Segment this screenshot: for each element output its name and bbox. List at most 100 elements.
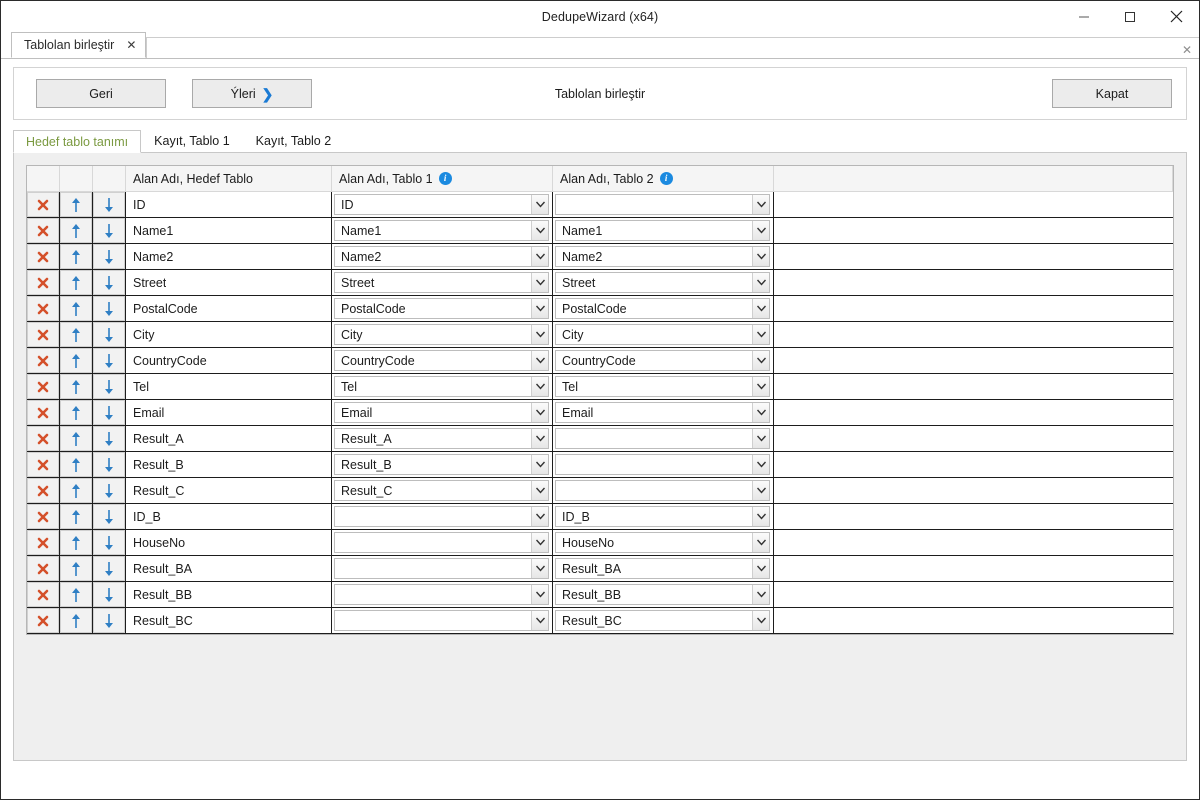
table2-field-select[interactable]: CountryCode — [555, 350, 770, 371]
target-field-cell[interactable]: Name2 — [126, 244, 332, 269]
chevron-down-icon[interactable] — [752, 273, 769, 292]
move-down-arrow-icon[interactable] — [93, 192, 125, 217]
table-row[interactable]: Result_BC Result_BC — [27, 608, 1173, 634]
target-field-cell[interactable]: PostalCode — [126, 296, 332, 321]
delete-x-icon[interactable] — [27, 218, 59, 243]
target-field-cell[interactable]: Result_BB — [126, 582, 332, 607]
table1-field-select[interactable] — [334, 558, 549, 579]
move-up-arrow-icon[interactable] — [60, 192, 92, 217]
chevron-down-icon[interactable] — [752, 507, 769, 526]
chevron-down-icon[interactable] — [531, 273, 548, 292]
target-field-cell[interactable]: Street — [126, 270, 332, 295]
target-field-cell[interactable]: HouseNo — [126, 530, 332, 555]
delete-x-icon[interactable] — [27, 452, 59, 477]
target-field-cell[interactable]: Result_A — [126, 426, 332, 451]
info-icon[interactable]: i — [660, 172, 673, 185]
table2-field-select[interactable]: PostalCode — [555, 298, 770, 319]
target-field-cell[interactable]: CountryCode — [126, 348, 332, 373]
table1-field-select[interactable]: Name2 — [334, 246, 549, 267]
table1-field-select[interactable]: Result_A — [334, 428, 549, 449]
delete-x-icon[interactable] — [27, 478, 59, 503]
table-row[interactable]: PostalCodePostalCodePostalCode — [27, 296, 1173, 322]
chevron-down-icon[interactable] — [531, 559, 548, 578]
table2-field-select[interactable]: Result_BA — [555, 558, 770, 579]
chevron-down-icon[interactable] — [752, 377, 769, 396]
move-up-arrow-icon[interactable] — [60, 452, 92, 477]
table-row[interactable]: Result_CResult_C — [27, 478, 1173, 504]
table1-field-select[interactable] — [334, 584, 549, 605]
chevron-down-icon[interactable] — [752, 559, 769, 578]
delete-x-icon[interactable] — [27, 504, 59, 529]
close-icon[interactable]: ✕ — [1182, 44, 1192, 56]
chevron-down-icon[interactable] — [752, 533, 769, 552]
chevron-down-icon[interactable] — [531, 377, 548, 396]
maximize-icon[interactable] — [1107, 1, 1153, 32]
chevron-down-icon[interactable] — [531, 247, 548, 266]
table-row[interactable]: Name2Name2Name2 — [27, 244, 1173, 270]
move-down-arrow-icon[interactable] — [93, 270, 125, 295]
table1-field-select[interactable]: CountryCode — [334, 350, 549, 371]
close-icon[interactable]: ✕ — [126, 39, 136, 51]
move-down-arrow-icon[interactable] — [93, 296, 125, 321]
move-up-arrow-icon[interactable] — [60, 530, 92, 555]
table1-field-select[interactable]: PostalCode — [334, 298, 549, 319]
move-up-arrow-icon[interactable] — [60, 244, 92, 269]
delete-x-icon[interactable] — [27, 608, 59, 633]
target-field-cell[interactable]: City — [126, 322, 332, 347]
chevron-down-icon[interactable] — [752, 611, 769, 630]
table-row[interactable]: CountryCodeCountryCodeCountryCode — [27, 348, 1173, 374]
kapat-close-button[interactable]: Kapat — [1052, 79, 1172, 108]
chevron-down-icon[interactable] — [752, 299, 769, 318]
move-up-arrow-icon[interactable] — [60, 426, 92, 451]
move-down-arrow-icon[interactable] — [93, 504, 125, 529]
move-down-arrow-icon[interactable] — [93, 218, 125, 243]
tab-kayit-tablo-2[interactable]: Kayıt, Tablo 2 — [243, 129, 345, 152]
move-up-arrow-icon[interactable] — [60, 556, 92, 581]
table-row[interactable]: TelTelTel — [27, 374, 1173, 400]
chevron-down-icon[interactable] — [531, 455, 548, 474]
table1-field-select[interactable]: Result_B — [334, 454, 549, 475]
target-field-cell[interactable]: Result_BC — [126, 608, 332, 633]
table-row[interactable]: IDID — [27, 192, 1173, 218]
move-down-arrow-icon[interactable] — [93, 374, 125, 399]
table2-field-select[interactable]: Tel — [555, 376, 770, 397]
table2-field-select[interactable] — [555, 428, 770, 449]
table-row[interactable]: Result_BResult_B — [27, 452, 1173, 478]
chevron-down-icon[interactable] — [531, 429, 548, 448]
move-up-arrow-icon[interactable] — [60, 348, 92, 373]
table2-field-select[interactable]: City — [555, 324, 770, 345]
table-row[interactable]: Result_BBResult_BB — [27, 582, 1173, 608]
table-row[interactable]: CityCityCity — [27, 322, 1173, 348]
chevron-down-icon[interactable] — [531, 351, 548, 370]
chevron-down-icon[interactable] — [752, 247, 769, 266]
chevron-down-icon[interactable] — [531, 195, 548, 214]
table-row[interactable]: HouseNo HouseNo — [27, 530, 1173, 556]
delete-x-icon[interactable] — [27, 322, 59, 347]
chevron-down-icon[interactable] — [752, 221, 769, 240]
table2-field-select[interactable]: HouseNo — [555, 532, 770, 553]
delete-x-icon[interactable] — [27, 426, 59, 451]
chevron-down-icon[interactable] — [752, 195, 769, 214]
move-up-arrow-icon[interactable] — [60, 296, 92, 321]
move-down-arrow-icon[interactable] — [93, 582, 125, 607]
delete-x-icon[interactable] — [27, 192, 59, 217]
table2-field-select[interactable]: Name1 — [555, 220, 770, 241]
delete-x-icon[interactable] — [27, 400, 59, 425]
move-up-arrow-icon[interactable] — [60, 400, 92, 425]
move-down-arrow-icon[interactable] — [93, 322, 125, 347]
table2-field-select[interactable] — [555, 480, 770, 501]
move-up-arrow-icon[interactable] — [60, 608, 92, 633]
table2-field-select[interactable] — [555, 454, 770, 475]
table2-field-select[interactable]: Result_BC — [555, 610, 770, 631]
target-field-cell[interactable]: ID — [126, 192, 332, 217]
move-down-arrow-icon[interactable] — [93, 426, 125, 451]
delete-x-icon[interactable] — [27, 244, 59, 269]
delete-x-icon[interactable] — [27, 270, 59, 295]
tab-kayit-tablo-1[interactable]: Kayıt, Tablo 1 — [141, 129, 243, 152]
close-icon[interactable] — [1153, 1, 1199, 32]
move-up-arrow-icon[interactable] — [60, 582, 92, 607]
move-down-arrow-icon[interactable] — [93, 608, 125, 633]
chevron-down-icon[interactable] — [531, 299, 548, 318]
move-up-arrow-icon[interactable] — [60, 374, 92, 399]
table2-field-select[interactable]: Street — [555, 272, 770, 293]
